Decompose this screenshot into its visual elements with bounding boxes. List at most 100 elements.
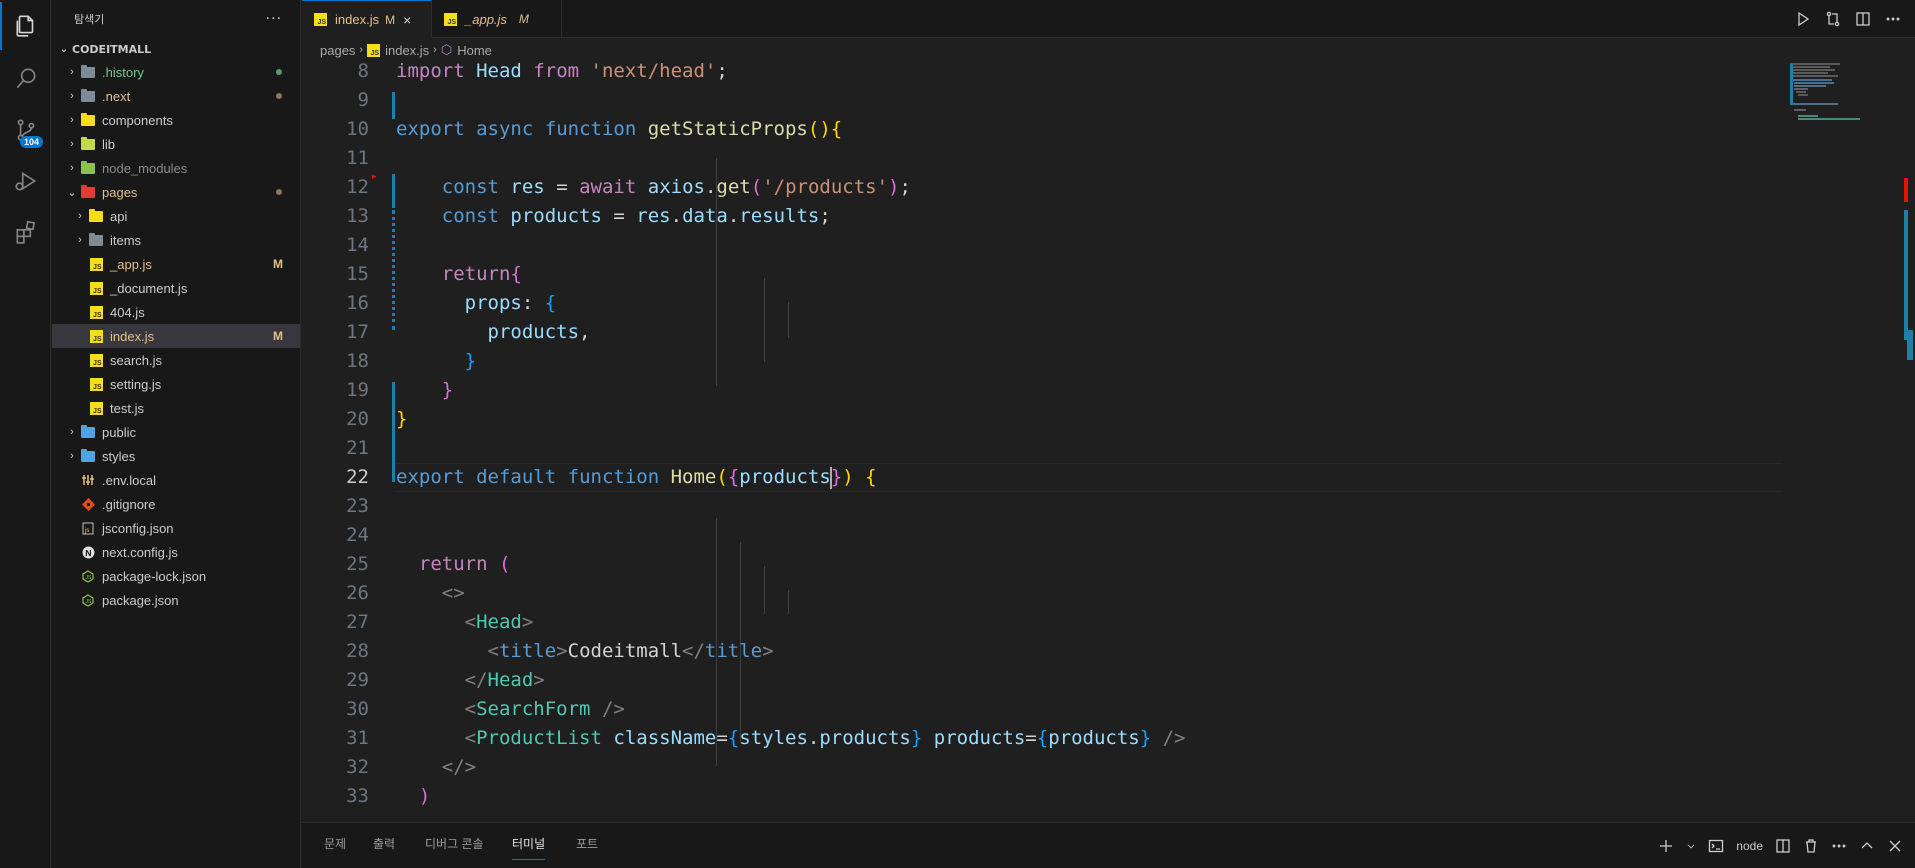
code-line: 21 [302,434,1782,463]
breadcrumb-file[interactable]: index.js [385,43,429,58]
tree-item-label: public [102,424,136,440]
tree-item-package-lock-json[interactable]: JS package-lock.json [52,564,300,588]
token: title [498,640,557,662]
minimap[interactable] [1790,62,1900,822]
token: export [396,466,465,488]
run-debug-icon[interactable] [0,157,51,205]
tab-problems[interactable]: 문제 [324,835,346,852]
tree-item-styles[interactable]: › styles [52,444,300,468]
scrollbar-thumb[interactable] [1907,330,1913,360]
token: Head [476,62,522,82]
workspace-root[interactable]: ⌄ CODEITMALL [52,38,300,60]
code-line: 11 [302,144,1782,173]
token: data [682,205,728,227]
source-control-icon[interactable]: 104 [0,106,51,154]
explorer-header: 탐색기 ··· [52,0,300,38]
token: className [613,727,717,749]
run-icon[interactable] [1795,11,1811,27]
vertical-scrollbar[interactable] [1903,62,1915,822]
code-editor[interactable]: ▸ 8 import Head from 'next/head'; 9 10 e… [302,62,1915,822]
more-actions-icon[interactable] [1831,838,1847,854]
tree-item-search-js[interactable]: JS search.js [52,348,300,372]
tree-item-setting-js[interactable]: JS setting.js [52,372,300,396]
tree-item-node-modules[interactable]: › node_modules [52,156,300,180]
close-icon[interactable]: × [403,12,411,28]
trash-icon[interactable] [1803,838,1819,854]
line-number: 29 [346,669,369,691]
tree-item-label: index.js [110,328,155,344]
tree-item-404-js[interactable]: JS 404.js [52,300,300,324]
tree-item-gitignore[interactable]: .gitignore [52,492,300,516]
maximize-panel-icon[interactable] [1859,838,1875,854]
tab-ports[interactable]: 포트 [576,835,598,852]
chevron-right-icon: › [359,44,364,56]
folder-icon [88,208,104,223]
extensions-icon[interactable] [0,208,51,256]
line-number: 17 [346,321,369,343]
tree-item-label: next.config.js [102,544,178,560]
tab-output[interactable]: 출력 [373,835,395,852]
line-number: 10 [346,118,369,140]
tree-item-index-js[interactable]: JS index.js M [52,324,300,348]
chevron-right-icon: › [70,114,74,126]
js-file-icon: JS [88,329,104,343]
token: 'next/head' [590,62,717,82]
nodejs-icon: JS [80,569,96,583]
code-line: 18 } [302,347,1782,376]
svg-text:JS: JS [86,575,93,581]
tree-item-label: search.js [110,352,163,368]
tree-item-env-local[interactable]: .env.local [52,468,300,492]
tree-item-public[interactable]: › public [52,420,300,444]
terminal-name[interactable]: node [1736,839,1763,853]
tree-item-label: components [102,112,173,128]
tree-item-api[interactable]: › api [52,204,300,228]
code-line: 10 export async function getStaticProps(… [302,115,1782,144]
tree-item-document-js[interactable]: JS _document.js [52,276,300,300]
tab-index-js[interactable]: JS index.js M × [302,0,432,38]
activity-bar: 104 [0,0,51,868]
explorer-icon[interactable] [0,2,51,50]
js-file-icon: JS [367,43,381,57]
breadcrumb-folder[interactable]: pages [320,43,355,58]
tree-item-jsconfig-json[interactable]: js jsconfig.json [52,516,300,540]
line-number: 33 [346,785,369,807]
svg-text:js: js [84,528,89,534]
tree-item-items[interactable]: › items [52,228,300,252]
new-terminal-icon[interactable] [1658,838,1674,854]
breadcrumb-symbol[interactable]: Home [457,43,492,58]
tree-item-label: _document.js [110,280,188,296]
line-number: 32 [346,756,369,778]
split-editor-icon[interactable] [1855,11,1871,27]
tab-debug-console[interactable]: 디버그 콘솔 [425,835,484,852]
tab-app-js[interactable]: JS _app.js M [432,0,562,38]
token: getStaticProps [647,118,808,140]
line-number: 15 [346,263,369,285]
tree-item-pages[interactable]: ⌄ pages [52,180,300,204]
more-actions-icon[interactable] [1885,11,1901,27]
token: const [441,176,499,198]
search-icon[interactable] [0,55,51,103]
tree-item-app-js[interactable]: JS _app.js M [52,252,300,276]
line-number: 21 [346,437,369,459]
tree-item-test-js[interactable]: JS test.js [52,396,300,420]
more-actions-icon[interactable]: ··· [266,11,282,27]
tree-item-label: jsconfig.json [102,520,174,536]
tree-item-next-config-js[interactable]: Nnext.config.js [52,540,300,564]
chevron-right-icon: › [78,210,82,222]
tree-item-next[interactable]: › .next [52,84,300,108]
close-panel-icon[interactable] [1887,838,1903,854]
split-terminal-icon[interactable] [1775,838,1791,854]
tree-item-history[interactable]: › .history [52,60,300,84]
tab-terminal[interactable]: 터미널 [512,835,546,860]
token: function [544,118,637,140]
chevron-down-icon[interactable] [1686,838,1696,854]
panel-actions: node [1658,823,1903,868]
tree-item-package-json[interactable]: JS package.json [52,588,300,612]
tree-item-components[interactable]: › components [52,108,300,132]
code-line: 14 [302,231,1782,260]
bottom-panel: 문제 출력 디버그 콘솔 터미널 포트 node [302,822,1915,868]
tree-item-lib[interactable]: › lib [52,132,300,156]
settings-file-icon [80,473,96,487]
symbol-method-icon: ⬡ [440,42,453,57]
compare-changes-icon[interactable] [1825,11,1841,27]
